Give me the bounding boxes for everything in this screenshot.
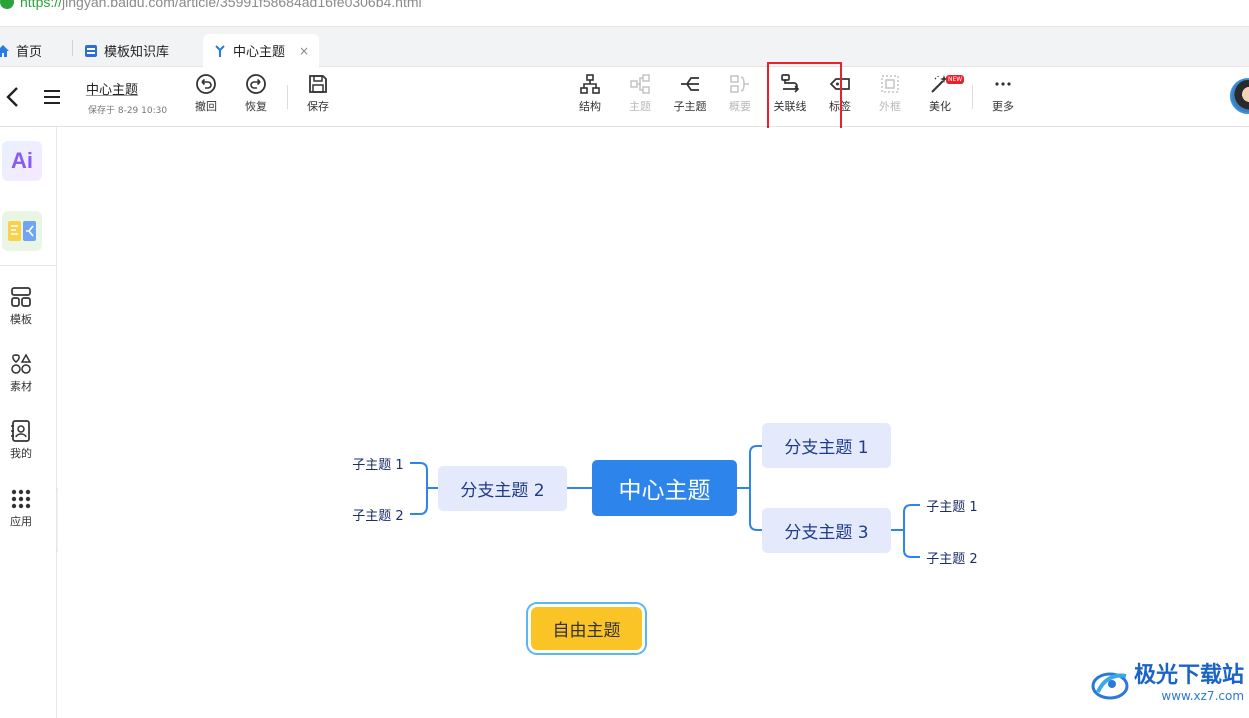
topic-button[interactable]: 主题	[614, 73, 666, 121]
url-text[interactable]: https://jingyan.baidu.com/article/35991f…	[20, 0, 422, 10]
relation-line-button[interactable]: 关联线	[764, 73, 816, 121]
free-topic-node[interactable]: 自由主题	[531, 607, 642, 650]
left-sidebar: Ai 模板 素材 我的 应用	[0, 127, 57, 718]
subtopic-button[interactable]: 子主题	[664, 73, 716, 121]
watermark-site: www.xz7.com	[1161, 689, 1245, 703]
frame-icon	[881, 75, 899, 93]
summary-button[interactable]: 概要	[714, 73, 766, 121]
structure-button[interactable]: 结构	[564, 73, 616, 121]
sidebar-divider	[0, 265, 57, 266]
branch-topic-3-node[interactable]: 分支主题 3	[762, 508, 891, 553]
topic-icon	[630, 74, 650, 94]
ai-assistant-button[interactable]: Ai	[2, 141, 42, 181]
tab-center-topic[interactable]: 中心主题 ×	[203, 34, 320, 67]
my-files-icon	[11, 420, 30, 442]
outline-mode-button[interactable]	[2, 211, 42, 251]
tab-bar: 首页 模板知识库 中心主题 ×	[0, 27, 1249, 67]
back-icon[interactable]	[4, 86, 22, 108]
more-button[interactable]: 更多	[977, 73, 1029, 121]
subtopic-node[interactable]: 子主题 1	[920, 494, 984, 516]
tab-home[interactable]: 首页	[0, 34, 42, 67]
menu-icon[interactable]	[43, 89, 61, 105]
ai-icon: Ai	[11, 148, 33, 173]
watermark-name: 极光下载站	[1134, 663, 1245, 688]
user-avatar[interactable]	[1230, 78, 1249, 114]
frame-button[interactable]: 外框	[864, 73, 916, 121]
editor-toolbar: 中心主题 保存于 8-29 10:30 撤回 恢复 保存 结构 主题 子主题 概…	[0, 67, 1249, 127]
beautify-button[interactable]: 美化 NEW	[914, 73, 966, 121]
branch-topic-1-node[interactable]: 分支主题 1	[762, 423, 891, 468]
secure-lock-icon	[0, 0, 14, 9]
sidebar-item-material[interactable]: 素材	[0, 352, 42, 394]
toolbar-divider	[287, 85, 288, 109]
address-bar[interactable]: https://jingyan.baidu.com/article/35991f…	[0, 0, 1249, 27]
template-library-icon	[85, 44, 97, 57]
summary-icon	[730, 75, 749, 93]
tab-template-library[interactable]: 模板知识库	[84, 34, 169, 67]
relation-line-icon	[781, 74, 800, 93]
tag-button[interactable]: 标签	[814, 73, 866, 121]
watermark-logo-icon	[1091, 672, 1129, 700]
material-icon	[11, 353, 32, 374]
close-tab-icon[interactable]: ×	[299, 44, 309, 58]
outline-mindmap-icon	[8, 221, 36, 241]
new-badge: NEW	[946, 75, 965, 84]
toolbar-divider	[972, 85, 973, 109]
redo-button[interactable]: 恢复	[230, 73, 282, 121]
mindmap-canvas[interactable]	[58, 128, 1249, 718]
save-icon	[309, 75, 327, 93]
document-title[interactable]: 中心主题	[86, 79, 138, 98]
redo-icon	[246, 74, 266, 94]
save-status: 保存于 8-29 10:30	[88, 106, 168, 116]
more-icon	[995, 82, 1011, 86]
subtopic-node[interactable]: 子主题 1	[346, 452, 410, 474]
branch-topic-2-node[interactable]: 分支主题 2	[438, 466, 567, 511]
save-button[interactable]: 保存	[292, 73, 344, 121]
template-icon	[11, 287, 31, 307]
subtopic-icon	[681, 77, 699, 91]
home-icon	[0, 44, 9, 57]
undo-icon	[196, 74, 216, 94]
subtopic-node[interactable]: 子主题 2	[920, 546, 984, 568]
center-topic-node[interactable]: 中心主题	[592, 460, 737, 516]
mindmap-icon	[215, 44, 225, 57]
sidebar-item-template[interactable]: 模板	[0, 285, 42, 327]
structure-icon	[580, 74, 600, 94]
apps-grid-icon	[11, 489, 31, 509]
tab-divider	[72, 40, 73, 56]
sidebar-item-apps[interactable]: 应用	[0, 487, 42, 529]
site-watermark: 极光下载站 www.xz7.com	[1090, 664, 1244, 704]
tag-icon	[829, 78, 850, 90]
sidebar-item-my[interactable]: 我的	[0, 419, 42, 461]
undo-button[interactable]: 撤回	[180, 73, 232, 121]
subtopic-node[interactable]: 子主题 2	[346, 503, 410, 525]
